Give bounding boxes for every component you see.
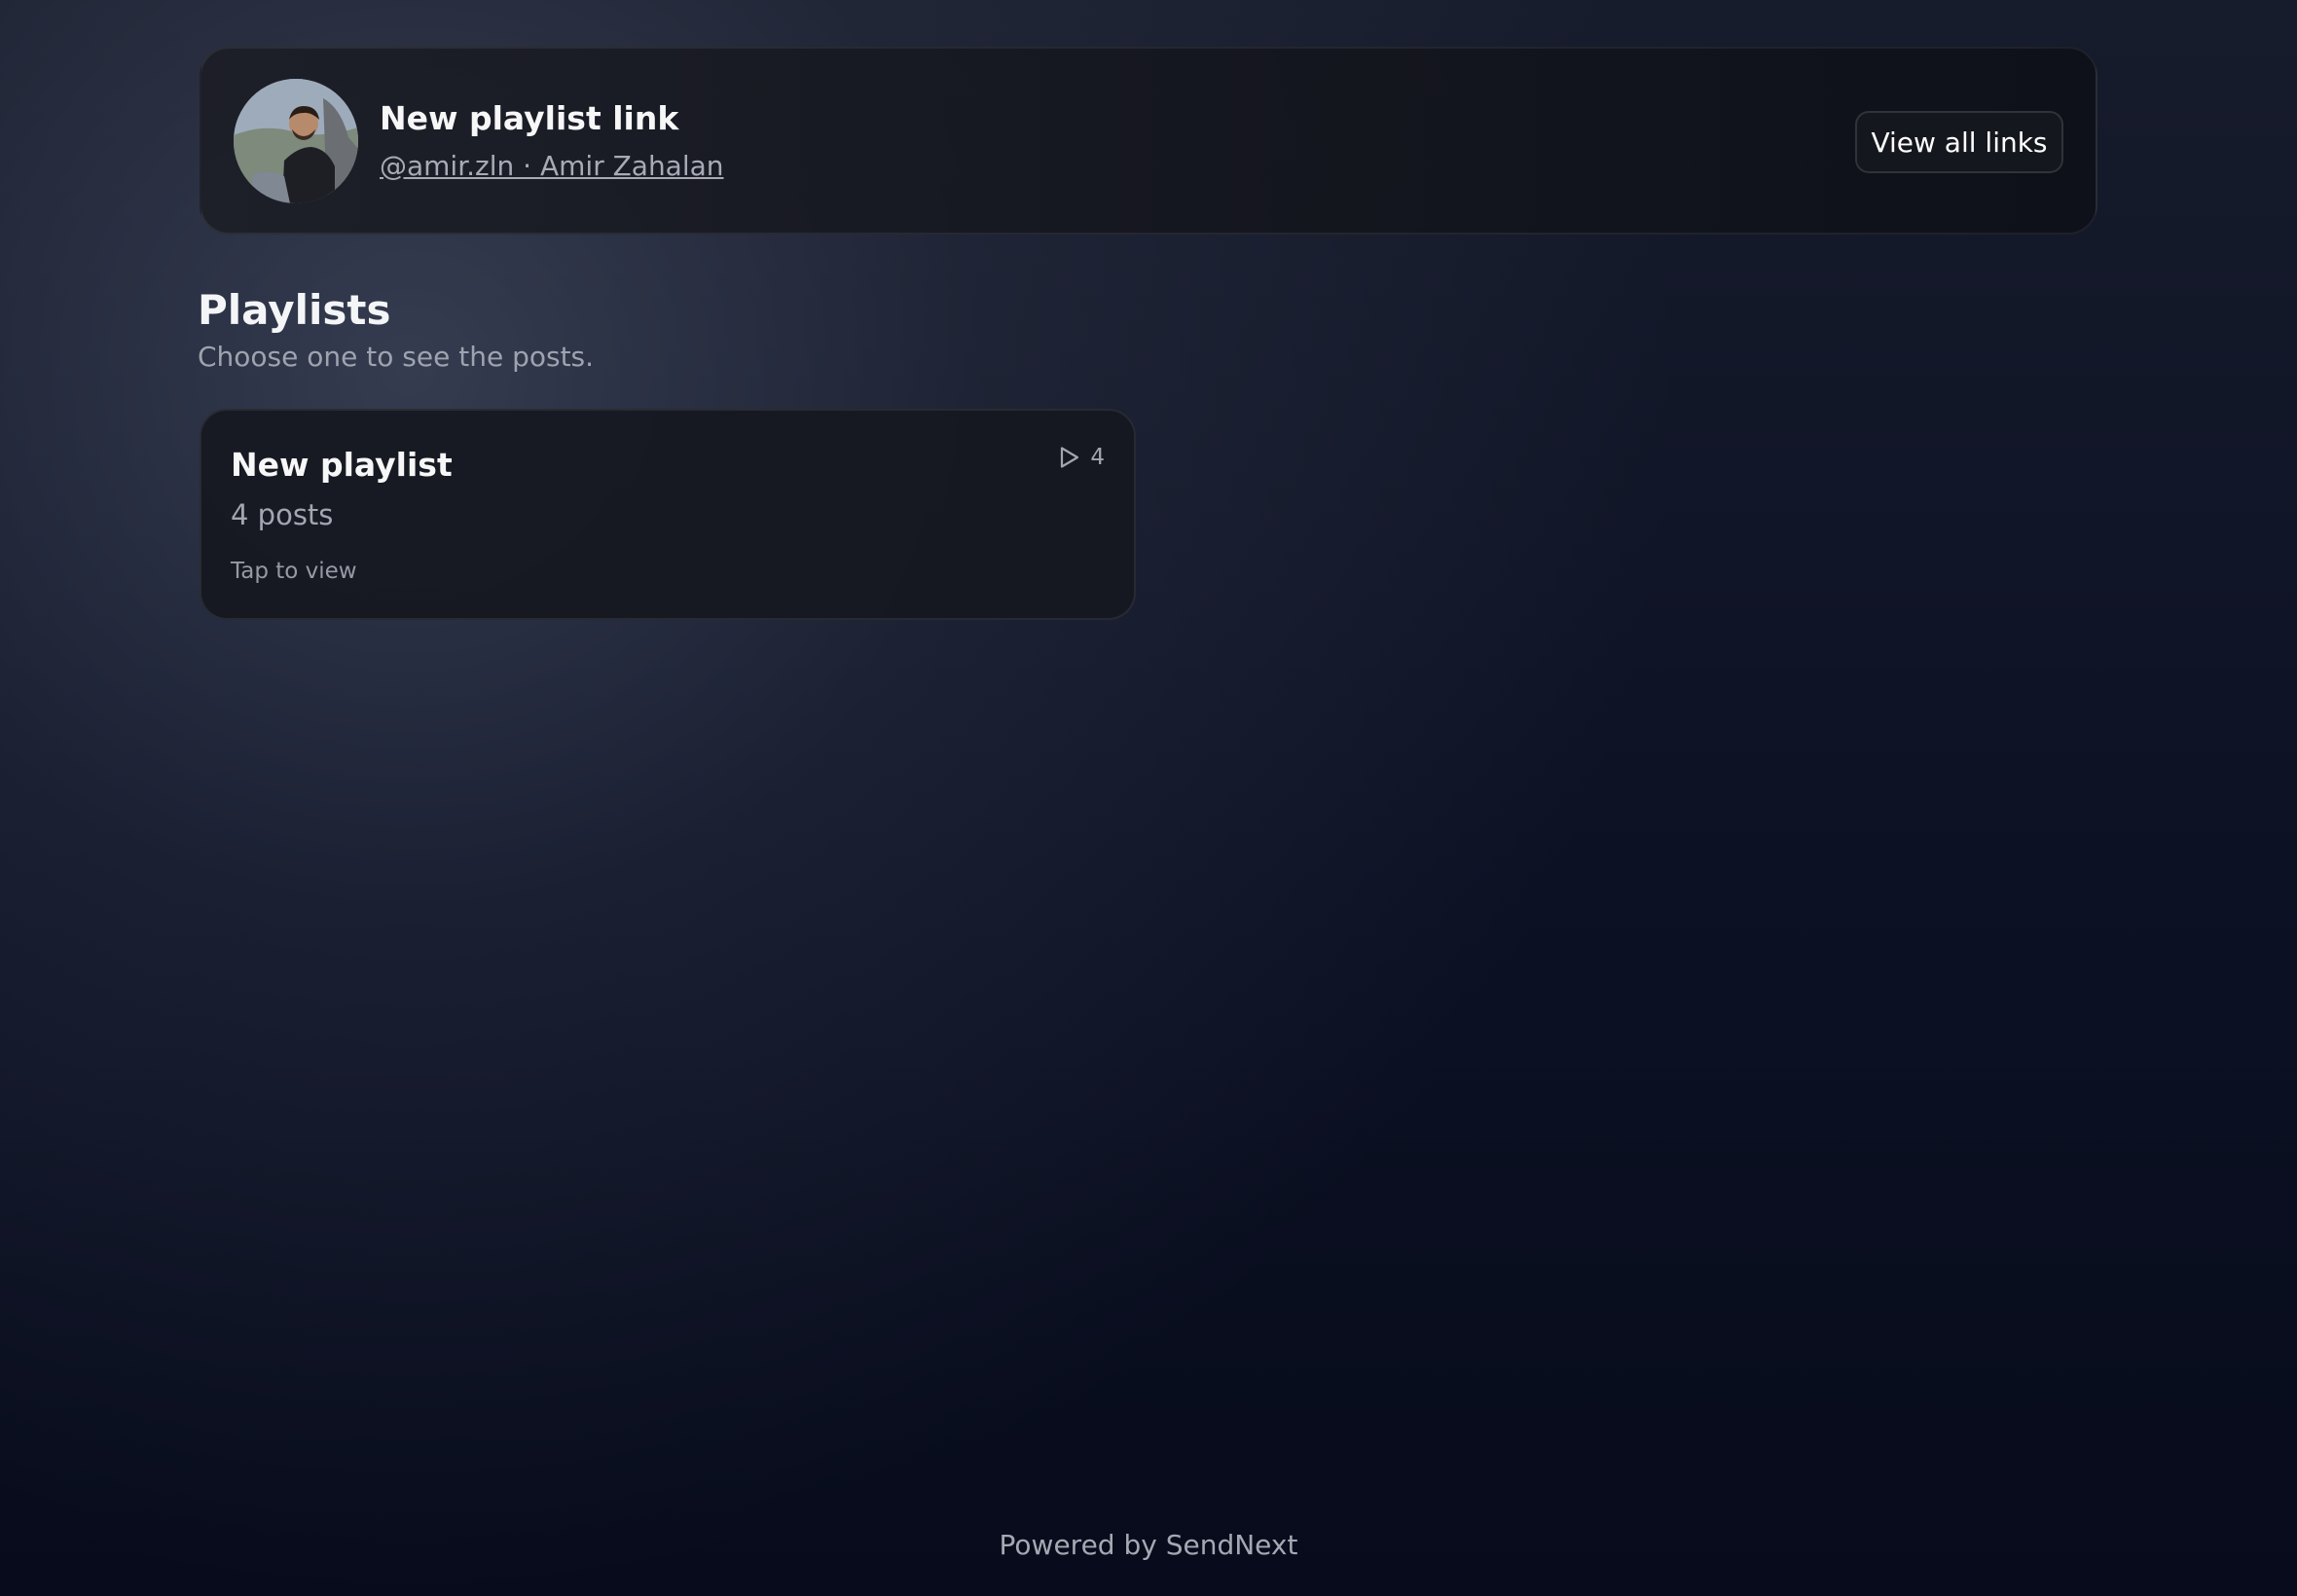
powered-by-footer: Powered by SendNext <box>999 1529 1298 1561</box>
avatar <box>234 79 358 203</box>
play-icon <box>1059 446 1080 469</box>
playlist-name: New playlist <box>231 446 453 484</box>
playlist-badge-count: 4 <box>1090 445 1105 470</box>
playlist-card[interactable]: New playlist 4 posts Tap to view 4 <box>200 409 1136 620</box>
owner-link[interactable]: @amir.zln · Amir Zahalan <box>380 150 724 182</box>
avatar-photo <box>234 79 358 203</box>
page-title: Playlists <box>198 286 391 334</box>
link-title: New playlist link <box>380 99 679 137</box>
playlist-post-count: 4 posts <box>231 498 334 531</box>
playlist-hint: Tap to view <box>231 559 357 584</box>
link-header-card: New playlist link @amir.zln · Amir Zahal… <box>200 47 2097 235</box>
view-all-links-button[interactable]: View all links <box>1855 111 2063 173</box>
page-subtitle: Choose one to see the posts. <box>198 341 595 373</box>
playlist-count-badge: 4 <box>1059 445 1105 470</box>
